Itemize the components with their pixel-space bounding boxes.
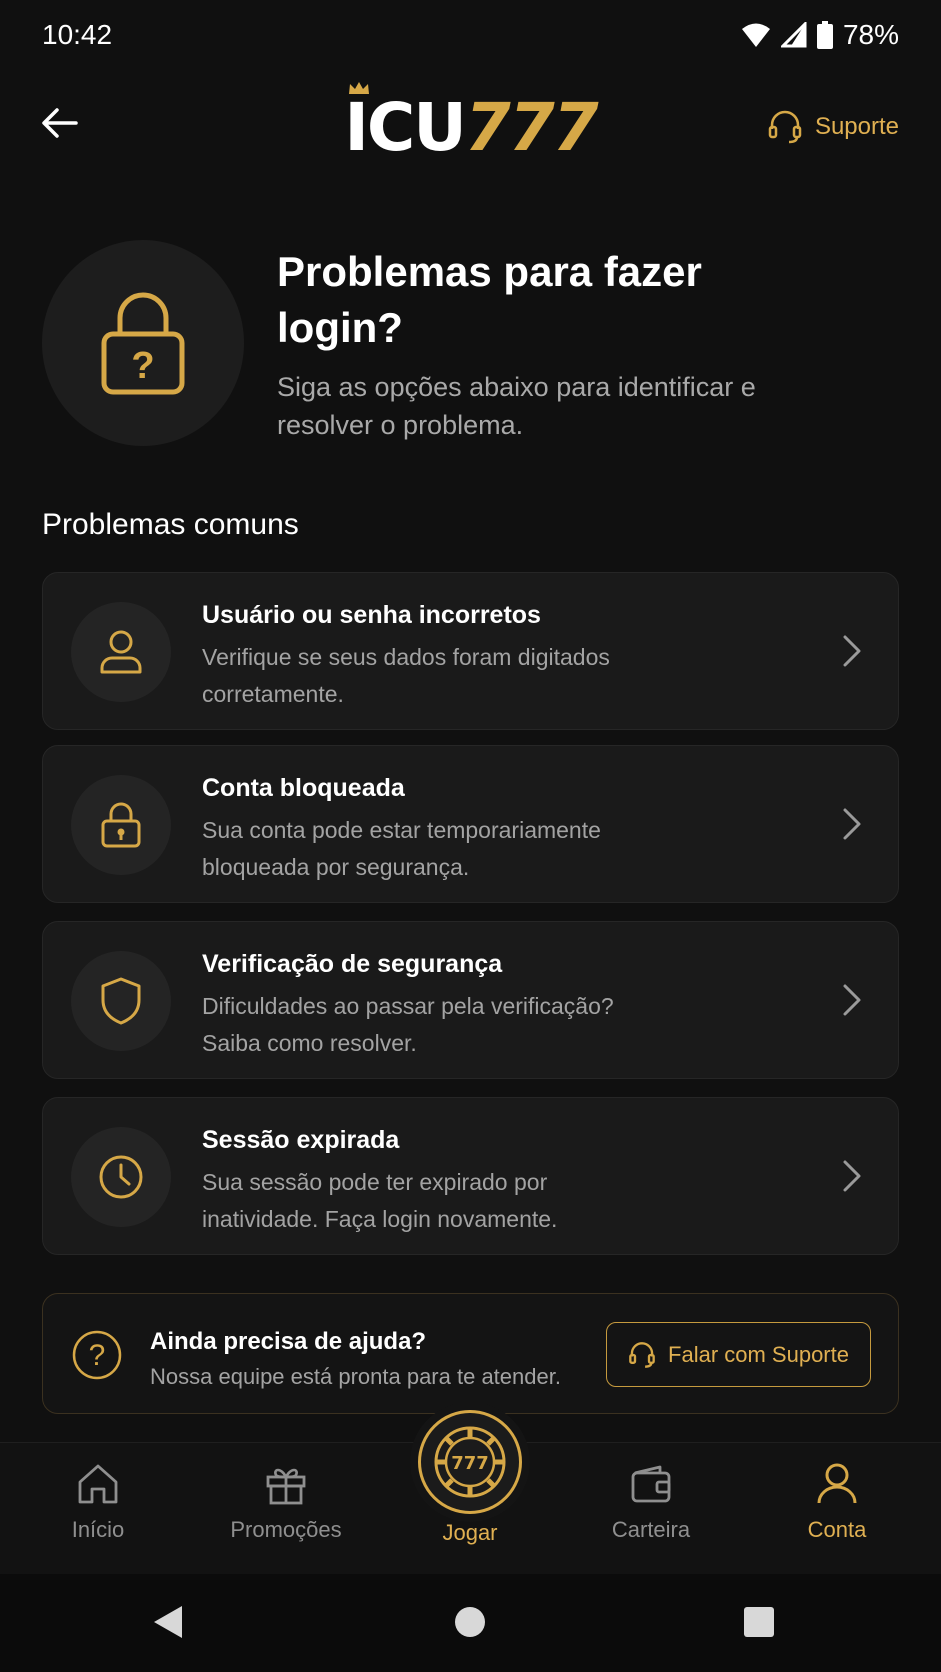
help-description: Nossa equipe está pronta para te atender… — [150, 1364, 561, 1389]
support-label: Suporte — [814, 113, 899, 140]
signal-icon — [780, 22, 807, 48]
home-icon — [78, 1464, 118, 1504]
logo-text-gold: 777 — [464, 89, 599, 166]
chevron-right-icon — [843, 635, 861, 667]
battery-icon — [816, 21, 833, 49]
chip-text: 777 — [451, 1453, 489, 1474]
app-screen: 10:42 78% ICU 777 Suporte ? Problemas pa… — [0, 0, 941, 1672]
card-title: Usuário ou senha incorretos — [202, 601, 541, 629]
card-title: Conta bloqueada — [202, 774, 405, 802]
chevron-right-icon — [843, 1160, 861, 1192]
support-link[interactable]: Suporte — [767, 104, 899, 150]
card-title: Verificação de segurança — [202, 950, 503, 978]
svg-text:?: ? — [131, 345, 154, 387]
card-icon-circle — [71, 775, 171, 875]
lock-question-icon: ? — [101, 292, 185, 395]
play-button-circle: 777 — [418, 1410, 522, 1514]
nav-label: Promoções — [230, 1517, 342, 1542]
user-icon — [817, 1463, 857, 1504]
problem-card-security-verification[interactable]: Verificação de segurança Dificuldades ao… — [42, 921, 899, 1079]
shield-icon — [101, 977, 141, 1025]
wifi-icon — [741, 23, 770, 47]
brand-logo: ICU 777 — [344, 82, 599, 166]
nav-item-play[interactable]: 777 Jogar — [390, 1410, 550, 1560]
lock-icon — [101, 802, 141, 848]
status-bar: 10:42 78% — [0, 0, 941, 70]
hero-icon-circle: ? — [42, 240, 244, 446]
card-title: Sessão expirada — [202, 1126, 400, 1154]
nav-item-home[interactable]: Início — [18, 1443, 178, 1575]
casino-chip-icon: 777 — [434, 1426, 506, 1498]
card-description: Verifique se seus dados foram digitados … — [202, 644, 610, 707]
card-description: Sua sessão pode ter expirado por inativi… — [202, 1169, 558, 1232]
problem-card-wrong-credentials[interactable]: Usuário ou senha incorretos Verifique se… — [42, 572, 899, 730]
system-back-icon[interactable] — [152, 1604, 184, 1640]
nav-item-promotions[interactable]: Promoções — [206, 1443, 366, 1575]
status-time: 10:42 — [42, 19, 113, 50]
contact-support-button[interactable]: Falar com Suporte — [606, 1322, 871, 1387]
crown-icon — [349, 82, 370, 94]
app-header: ICU 777 Suporte — [0, 70, 941, 185]
battery-percentage: 78% — [842, 19, 899, 50]
arrow-left-icon — [42, 108, 78, 138]
nav-label: Carteira — [611, 1517, 691, 1542]
card-icon-circle — [71, 1127, 171, 1227]
nav-item-wallet[interactable]: Carteira — [571, 1443, 731, 1575]
page-subtitle: Siga as opções abaixo para identificar e… — [277, 372, 756, 440]
user-icon — [100, 630, 142, 674]
nav-label: Jogar — [442, 1520, 498, 1545]
help-box: ? Ainda precisa de ajuda? Nossa equipe e… — [42, 1293, 899, 1414]
help-circle-icon: ? — [72, 1330, 122, 1380]
system-navigation-bar — [0, 1574, 941, 1672]
contact-support-label: Falar com Suporte — [668, 1341, 849, 1367]
back-button[interactable] — [40, 103, 90, 153]
card-icon-circle — [71, 602, 171, 702]
section-title: Problemas comuns — [42, 508, 299, 541]
card-icon-circle — [71, 951, 171, 1051]
chevron-right-icon — [843, 808, 861, 840]
clock-icon — [99, 1155, 143, 1199]
system-recents-icon[interactable] — [743, 1604, 775, 1640]
headset-icon — [768, 110, 802, 144]
nav-item-account[interactable]: Conta — [757, 1443, 917, 1575]
card-description: Dificuldades ao passar pela verificação?… — [202, 993, 614, 1056]
status-icons: 78% — [741, 19, 899, 51]
problem-card-session-expired[interactable]: Sessão expirada Sua sessão pode ter expi… — [42, 1097, 899, 1255]
wallet-icon — [631, 1465, 671, 1503]
system-home-icon[interactable] — [454, 1604, 486, 1640]
nav-label: Início — [71, 1517, 125, 1542]
gift-icon — [266, 1468, 306, 1505]
chevron-right-icon — [843, 984, 861, 1016]
problem-card-account-locked[interactable]: Conta bloqueada Sua conta pode estar tem… — [42, 745, 899, 903]
help-title: Ainda precisa de ajuda? — [150, 1328, 427, 1355]
page-title: Problemas para fazer login? — [277, 248, 702, 351]
card-description: Sua conta pode estar temporariamente blo… — [202, 817, 601, 880]
svg-text:?: ? — [89, 1339, 106, 1372]
logo-text-white: ICU — [344, 89, 467, 166]
headset-icon — [629, 1341, 655, 1368]
nav-label: Conta — [807, 1517, 867, 1542]
